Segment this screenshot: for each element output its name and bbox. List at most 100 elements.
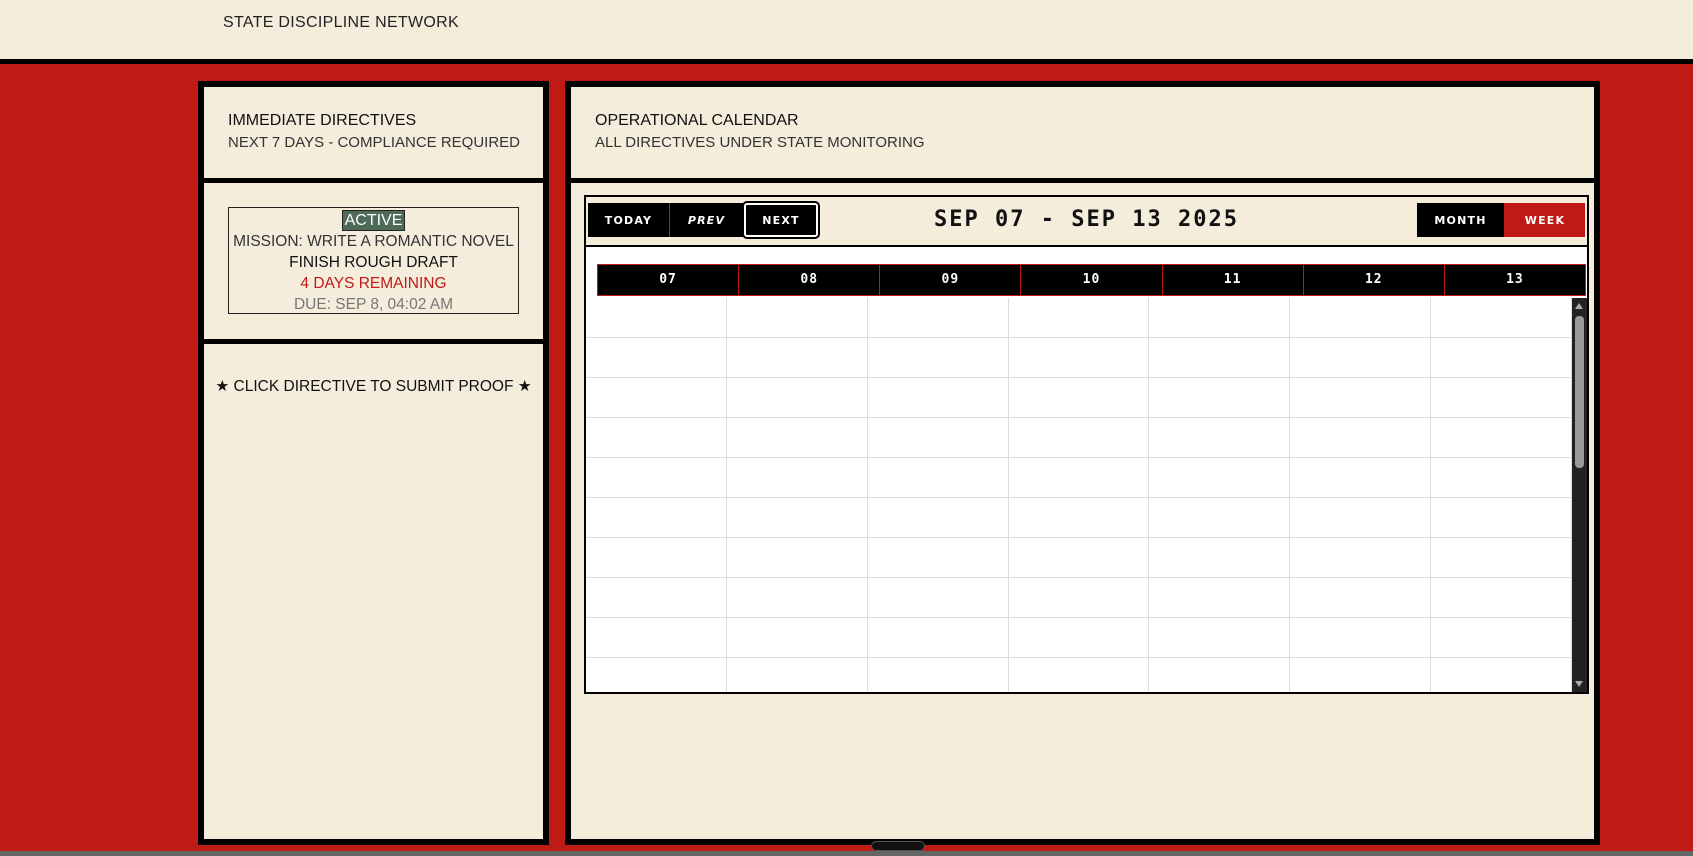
resize-handle[interactable]	[871, 841, 925, 851]
time-slot-cell[interactable]	[1431, 538, 1572, 577]
calendar-panel: OPERATIONAL CALENDAR ALL DIRECTIVES UNDE…	[565, 81, 1600, 845]
time-slot-cell[interactable]	[1009, 458, 1150, 497]
time-slot-cell[interactable]	[1290, 618, 1432, 657]
time-slot-cell[interactable]	[868, 378, 1009, 417]
time-slot-cell[interactable]	[1290, 578, 1432, 617]
time-slot-cell[interactable]	[1290, 418, 1432, 457]
time-slot-cell[interactable]	[1009, 498, 1150, 537]
time-slot-cell[interactable]	[1149, 538, 1291, 577]
time-slot-cell[interactable]	[1149, 578, 1291, 617]
time-slot-row	[586, 298, 1572, 338]
time-slot-cell[interactable]	[1009, 578, 1150, 617]
time-slot-row	[586, 418, 1572, 458]
month-view-button[interactable]: MONTH	[1417, 203, 1505, 237]
time-slot-cell[interactable]	[1431, 658, 1572, 692]
time-slot-row	[586, 498, 1572, 538]
time-slot-cell[interactable]	[1149, 658, 1291, 692]
time-slot-cell[interactable]	[727, 578, 868, 617]
time-slot-cell[interactable]	[586, 538, 727, 577]
time-slot-cell[interactable]	[1009, 538, 1150, 577]
time-slot-cell[interactable]	[727, 378, 868, 417]
time-slot-cell[interactable]	[1290, 498, 1432, 537]
time-slot-cell[interactable]	[1149, 338, 1291, 377]
time-slot-cell[interactable]	[1149, 418, 1291, 457]
time-slot-cell[interactable]	[586, 338, 727, 377]
time-slot-cell[interactable]	[1431, 378, 1572, 417]
day-header-row: 07 08 09 10 11 12 13	[597, 264, 1586, 296]
time-slot-cell[interactable]	[868, 338, 1009, 377]
time-slot-cell[interactable]	[1149, 298, 1291, 337]
brand-title: STATE DISCIPLINE NETWORK	[223, 14, 459, 31]
time-slot-cell[interactable]	[1009, 338, 1150, 377]
scroll-down-icon[interactable]	[1575, 681, 1583, 687]
time-slot-cell[interactable]	[868, 658, 1009, 692]
time-slot-cell[interactable]	[1431, 338, 1572, 377]
directive-due: DUE: SEP 8, 04:02 AM	[293, 296, 454, 313]
time-slot-cell[interactable]	[727, 538, 868, 577]
time-slot-cell[interactable]	[727, 298, 868, 337]
time-slot-row	[586, 338, 1572, 378]
time-slot-cell[interactable]	[868, 298, 1009, 337]
time-slot-cell[interactable]	[1290, 538, 1432, 577]
status-badge: ACTIVE	[341, 210, 406, 231]
time-slot-cell[interactable]	[868, 538, 1009, 577]
time-slot-cell[interactable]	[1009, 618, 1150, 657]
calendar-toolbar: TODAY PREV NEXT SEP 07 - SEP 13 2025 MON…	[586, 197, 1587, 247]
time-slot-cell[interactable]	[1149, 378, 1291, 417]
time-slot-cell[interactable]	[1290, 298, 1432, 337]
time-slot-cell[interactable]	[1149, 458, 1291, 497]
time-slot-cell[interactable]	[727, 618, 868, 657]
time-slot-cell[interactable]	[727, 418, 868, 457]
time-grid[interactable]	[586, 298, 1572, 692]
time-slot-cell[interactable]	[868, 418, 1009, 457]
scroll-thumb[interactable]	[1575, 316, 1584, 468]
time-slot-cell[interactable]	[1009, 298, 1150, 337]
time-slot-cell[interactable]	[868, 498, 1009, 537]
time-slot-cell[interactable]	[586, 578, 727, 617]
week-view-button[interactable]: WEEK	[1505, 203, 1585, 237]
day-header: 11	[1163, 265, 1304, 295]
time-slot-cell[interactable]	[586, 658, 727, 692]
calendar-header: OPERATIONAL CALENDAR ALL DIRECTIVES UNDE…	[571, 87, 1594, 183]
time-slot-cell[interactable]	[1290, 458, 1432, 497]
time-slot-cell[interactable]	[727, 498, 868, 537]
time-slot-cell[interactable]	[1431, 498, 1572, 537]
directive-card[interactable]: ACTIVE MISSION: WRITE A ROMANTIC NOVEL F…	[228, 207, 519, 314]
time-slot-cell[interactable]	[586, 498, 727, 537]
time-slot-cell[interactable]	[1009, 378, 1150, 417]
time-slot-cell[interactable]	[1009, 658, 1150, 692]
time-slot-cell[interactable]	[727, 458, 868, 497]
time-slot-cell[interactable]	[586, 458, 727, 497]
time-slot-cell[interactable]	[1290, 658, 1432, 692]
time-slot-cell[interactable]	[586, 618, 727, 657]
time-slot-cell[interactable]	[868, 578, 1009, 617]
time-slot-cell[interactable]	[586, 378, 727, 417]
calendar-scrollbar[interactable]	[1572, 298, 1587, 692]
time-slot-cell[interactable]	[1431, 618, 1572, 657]
time-slot-cell[interactable]	[727, 658, 868, 692]
time-slot-cell[interactable]	[1431, 418, 1572, 457]
time-slot-cell[interactable]	[1431, 298, 1572, 337]
window-bottom-edge	[0, 851, 1693, 856]
time-slot-cell[interactable]	[868, 618, 1009, 657]
calendar-widget: TODAY PREV NEXT SEP 07 - SEP 13 2025 MON…	[584, 195, 1589, 694]
time-slot-cell[interactable]	[1431, 578, 1572, 617]
time-slot-cell[interactable]	[1009, 418, 1150, 457]
time-slot-cell[interactable]	[1149, 498, 1291, 537]
time-slot-row	[586, 618, 1572, 658]
directive-list: ACTIVE MISSION: WRITE A ROMANTIC NOVEL F…	[204, 183, 543, 344]
time-slot-cell[interactable]	[586, 418, 727, 457]
calendar-subtitle: ALL DIRECTIVES UNDER STATE MONITORING	[595, 134, 925, 151]
time-slot-cell[interactable]	[868, 458, 1009, 497]
directives-subtitle: NEXT 7 DAYS - COMPLIANCE REQUIRED	[228, 134, 521, 151]
day-header: 10	[1021, 265, 1163, 295]
directive-remaining: 4 DAYS REMAINING	[300, 275, 447, 292]
scroll-up-icon[interactable]	[1575, 303, 1583, 309]
time-slot-cell[interactable]	[1149, 618, 1291, 657]
time-slot-cell[interactable]	[586, 298, 727, 337]
time-slot-cell[interactable]	[1290, 338, 1432, 377]
time-slot-cell[interactable]	[1431, 458, 1572, 497]
time-slot-cell[interactable]	[1290, 378, 1432, 417]
day-header: 08	[739, 265, 881, 295]
time-slot-cell[interactable]	[727, 338, 868, 377]
